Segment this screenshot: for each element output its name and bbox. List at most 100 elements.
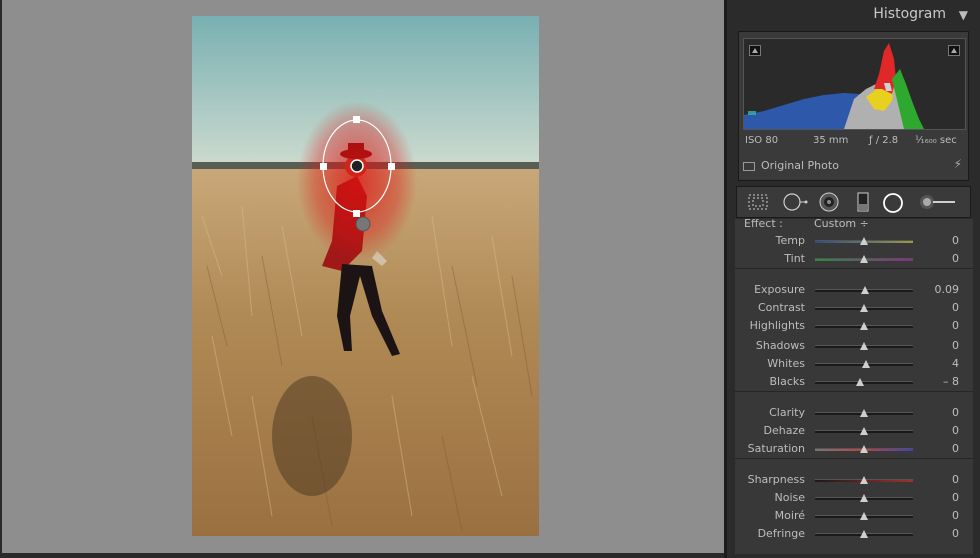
slider-thumb[interactable] (860, 445, 868, 453)
slider-label: Saturation (747, 442, 805, 455)
slider-value[interactable]: 0 (952, 301, 959, 314)
slider-label: Sharpness (747, 473, 805, 486)
slider-track[interactable] (815, 360, 913, 368)
slider-thumb[interactable] (860, 342, 868, 350)
slider-track[interactable] (815, 512, 913, 520)
right-panel: Histogram ▼ ISO 80 35 mm ƒ / 2.8 ¹⁄₁₆₀₀ … (724, 0, 980, 558)
effect-label: Effect : (744, 219, 783, 230)
slider-thumb[interactable] (856, 378, 865, 386)
tool-strip (736, 186, 971, 218)
slider-value[interactable]: – 8 (943, 375, 959, 388)
section-divider (735, 458, 973, 459)
slider-thumb[interactable] (860, 476, 868, 484)
slider-track[interactable] (815, 445, 913, 453)
slider-row-moir[interactable]: Moiré 0 (735, 507, 973, 525)
slider-row-whites[interactable]: Whites 4 (735, 355, 973, 373)
exif-iso: ISO 80 (745, 135, 779, 146)
smart-preview-icon[interactable]: ⚡ (954, 157, 962, 171)
slider-row-clarity[interactable]: Clarity 0 (735, 404, 973, 422)
slider-thumb[interactable] (860, 409, 868, 417)
slider-thumb[interactable] (860, 494, 868, 502)
slider-track[interactable] (815, 530, 913, 538)
slider-row-shadows[interactable]: Shadows 0 (735, 337, 973, 355)
slider-row-saturation[interactable]: Saturation 0 (735, 440, 973, 458)
slider-track[interactable] (815, 494, 913, 502)
slider-row-tint[interactable]: Tint 0 (735, 250, 973, 268)
original-photo-toggle[interactable]: Original Photo (743, 159, 839, 172)
spot-removal-icon[interactable] (782, 192, 808, 212)
slider-track[interactable] (815, 378, 913, 386)
slider-row-defringe[interactable]: Defringe 0 (735, 525, 973, 543)
slider-thumb[interactable] (860, 427, 868, 435)
histogram-graph (743, 38, 966, 130)
slider-thumb[interactable] (860, 237, 868, 245)
effect-preset-dropdown[interactable]: Custom ÷ (814, 219, 869, 230)
slider-thumb[interactable] (860, 322, 868, 330)
slider-thumb[interactable] (861, 360, 870, 368)
histogram-panel: ISO 80 35 mm ƒ / 2.8 ¹⁄₁₆₀₀ sec Original… (738, 31, 969, 181)
slider-row-highlights[interactable]: Highlights 0 (735, 317, 973, 335)
slider-track[interactable] (815, 237, 913, 245)
slider-value[interactable]: 0 (952, 319, 959, 332)
photo-canvas[interactable] (0, 0, 724, 558)
slider-thumb[interactable] (860, 530, 868, 538)
slider-track[interactable] (815, 409, 913, 417)
slider-row-noise[interactable]: Noise 0 (735, 489, 973, 507)
slider-value[interactable]: 0 (952, 406, 959, 419)
slider-track[interactable] (815, 427, 913, 435)
slider-thumb[interactable] (860, 512, 868, 520)
photo-preview[interactable] (192, 16, 539, 536)
graduated-filter-icon[interactable] (855, 192, 875, 212)
slider-row-contrast[interactable]: Contrast 0 (735, 299, 973, 317)
slider-label: Noise (774, 491, 805, 504)
slider-value[interactable]: 0 (952, 442, 959, 455)
slider-thumb[interactable] (860, 255, 868, 263)
slider-track[interactable] (815, 255, 913, 263)
slider-value[interactable]: 0 (952, 339, 959, 352)
slider-label: Blacks (769, 375, 806, 388)
slider-track[interactable] (815, 476, 913, 484)
slider-value[interactable]: 0 (952, 424, 959, 437)
slider-track[interactable] (815, 304, 913, 312)
slider-thumb[interactable] (860, 304, 868, 312)
crop-overlay-icon[interactable] (747, 192, 768, 212)
slider-value[interactable]: 0.09 (935, 283, 960, 296)
slider-row-temp[interactable]: Temp 0 (735, 232, 973, 250)
slider-label: Shadows (755, 339, 805, 352)
slider-value[interactable]: 0 (952, 473, 959, 486)
slider-value[interactable]: 0 (952, 491, 959, 504)
slider-label: Clarity (769, 406, 805, 419)
red-eye-icon[interactable] (818, 192, 839, 212)
slider-label: Dehaze (763, 424, 806, 437)
slider-value[interactable]: 0 (952, 252, 959, 265)
slider-value[interactable]: 0 (952, 234, 959, 247)
slider-track[interactable] (815, 322, 913, 330)
slider-row-dehaze[interactable]: Dehaze 0 (735, 422, 973, 440)
radial-filter-icon[interactable] (882, 192, 903, 213)
adjustments-panel: Effect : Custom ÷ Temp 0 Tint 0 Exposure 0.09… (735, 219, 973, 554)
slider-value[interactable]: 0 (952, 527, 959, 540)
slider-row-sharpness[interactable]: Sharpness 0 (735, 471, 973, 489)
slider-value[interactable]: 0 (952, 509, 959, 522)
slider-track[interactable] (815, 286, 913, 294)
slider-label: Temp (775, 234, 805, 247)
original-photo-label: Original Photo (761, 159, 839, 172)
highlight-clip-indicator-icon[interactable] (948, 45, 960, 56)
slider-label: Highlights (749, 319, 805, 332)
slider-thumb[interactable] (860, 286, 869, 294)
slider-track[interactable] (815, 342, 913, 350)
slider-row-blacks[interactable]: Blacks – 8 (735, 373, 973, 391)
slider-label: Contrast (757, 301, 805, 314)
original-photo-checkbox[interactable] (743, 161, 755, 171)
shadow-clip-indicator-icon[interactable] (749, 45, 761, 56)
slider-value[interactable]: 4 (952, 357, 959, 370)
adjustment-brush-icon[interactable] (919, 192, 959, 212)
exif-focal-length: 35 mm (813, 135, 849, 146)
collapse-triangle-icon[interactable]: ▼ (959, 8, 968, 22)
section-divider (735, 391, 973, 392)
slider-label: Exposure (754, 283, 805, 296)
slider-label: Defringe (757, 527, 805, 540)
slider-row-exposure[interactable]: Exposure 0.09 (735, 281, 973, 299)
histogram-header[interactable]: Histogram ▼ (727, 0, 980, 28)
exif-shutter: ¹⁄₁₆₀₀ sec (915, 135, 957, 146)
